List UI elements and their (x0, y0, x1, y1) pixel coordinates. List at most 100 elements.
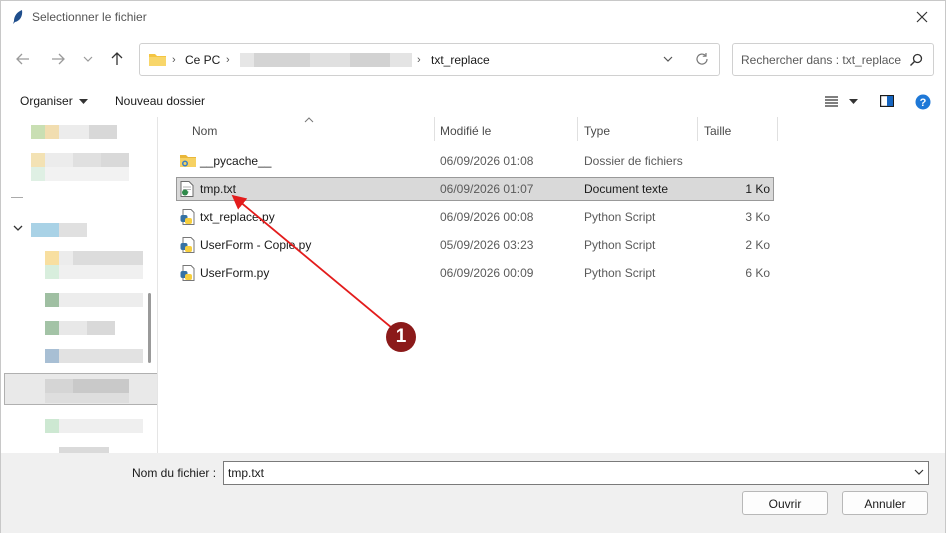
redacted-nav-item (59, 265, 143, 279)
cancel-button[interactable]: Annuler (842, 491, 928, 515)
recent-locations-button[interactable] (76, 47, 100, 71)
search-placeholder: Rechercher dans : txt_replace (741, 53, 902, 67)
redacted-nav-item (73, 153, 101, 167)
up-button[interactable] (105, 47, 129, 71)
feather-icon (13, 10, 23, 24)
file-name: UserForm.py (200, 266, 270, 280)
redacted-nav-item (59, 349, 143, 363)
redacted-nav-item (45, 419, 59, 433)
chevron-down-icon[interactable] (913, 467, 925, 477)
address-bar[interactable]: › Ce PC › › txt_replace (139, 43, 720, 76)
column-divider[interactable] (697, 117, 698, 141)
search-box[interactable]: Rechercher dans : txt_replace (732, 43, 934, 76)
close-button[interactable] (899, 1, 945, 33)
new-folder-button[interactable]: Nouveau dossier (115, 94, 205, 108)
open-button[interactable]: Ouvrir (742, 491, 828, 515)
file-row[interactable]: UserForm - Copie.py 05/09/2026 03:23 Pyt… (176, 233, 774, 257)
column-divider[interactable] (777, 117, 778, 141)
back-button[interactable] (11, 47, 35, 71)
redacted-nav-item (87, 321, 115, 335)
file-modified: 05/09/2026 03:23 (440, 238, 534, 252)
dialog-footer: Nom du fichier : Ouvrir Annuler (1, 453, 945, 533)
redacted-nav-item (59, 321, 87, 335)
forward-button[interactable] (46, 47, 70, 71)
redacted-path (254, 53, 310, 67)
preview-pane-icon[interactable] (880, 95, 894, 107)
redacted-nav-item (45, 153, 73, 167)
view-list-icon[interactable] (825, 96, 838, 107)
file-row[interactable]: txt_replace.py 06/09/2026 00:08 Python S… (176, 205, 774, 229)
redacted-nav-item (59, 419, 143, 433)
redacted-nav-item (45, 393, 129, 403)
file-size: 6 Ko (745, 266, 770, 280)
file-size: 3 Ko (745, 210, 770, 224)
redacted-nav-item (59, 293, 143, 307)
column-header-modified[interactable]: Modifié le (440, 117, 491, 141)
redacted-nav-item (31, 223, 59, 237)
redacted-nav-item (45, 167, 129, 181)
python-file-icon (180, 237, 195, 253)
svg-text:?: ? (920, 97, 927, 109)
redacted-path (390, 53, 412, 67)
redacted-nav-item (45, 125, 59, 139)
file-row[interactable]: UserForm.py 06/09/2026 00:09 Python Scri… (176, 261, 774, 285)
file-row[interactable]: __pycache__ 06/09/2026 01:08 Dossier de … (176, 149, 774, 173)
annotation-badge: 1 (386, 322, 416, 352)
column-header-name[interactable]: Nom (192, 117, 217, 141)
organize-menu[interactable]: Organiser (20, 94, 89, 108)
breadcrumb-separator: › (172, 54, 176, 66)
breadcrumb-separator: › (417, 54, 421, 66)
window-title: Selectionner le fichier (32, 10, 147, 24)
column-divider[interactable] (577, 117, 578, 141)
nav-scrollbar[interactable] (148, 293, 151, 363)
redacted-nav-item (45, 379, 73, 393)
file-type: Python Script (584, 266, 656, 280)
file-row-selected[interactable]: tmp.txt 06/09/2026 01:07 Document texte … (176, 177, 774, 201)
redacted-nav-item (31, 153, 45, 167)
file-size: 1 Ko (745, 182, 770, 196)
redacted-nav-item (73, 379, 129, 393)
redacted-nav-item (89, 125, 117, 139)
file-modified: 06/09/2026 01:07 (440, 182, 534, 196)
caret-down-icon[interactable] (849, 99, 858, 105)
file-dialog: Selectionner le fichier › Ce PC › › txt_… (0, 0, 946, 533)
organize-label: Organiser (20, 94, 73, 108)
file-type: Python Script (584, 238, 656, 252)
folder-icon (149, 54, 166, 66)
redacted-nav-item (45, 293, 59, 307)
chevron-down-icon (83, 56, 93, 62)
title-bar: Selectionner le fichier (1, 1, 945, 33)
caret-down-icon (79, 98, 89, 104)
breadcrumb-current[interactable]: txt_replace (431, 53, 490, 67)
file-modified: 06/09/2026 00:08 (440, 210, 534, 224)
navigation-pane[interactable] (1, 117, 158, 453)
search-icon[interactable] (909, 53, 923, 67)
chevron-down-icon[interactable] (13, 224, 23, 232)
file-modified: 06/09/2026 00:09 (440, 266, 534, 280)
redacted-nav-item (45, 251, 59, 265)
chevron-down-icon[interactable] (662, 53, 674, 65)
help-icon[interactable]: ? (915, 94, 931, 110)
breadcrumb-this-pc[interactable]: Ce PC (185, 53, 220, 67)
redacted-nav-item (31, 125, 45, 139)
file-type: Python Script (584, 210, 656, 224)
redacted-path (240, 53, 254, 67)
redacted-nav-item (59, 223, 87, 237)
navigation-bar: › Ce PC › › txt_replace Rechercher dans … (1, 39, 945, 79)
column-header-size[interactable]: Taille (704, 117, 731, 141)
sort-ascending-icon (304, 117, 314, 123)
column-header-type[interactable]: Type (584, 117, 610, 141)
close-icon (916, 11, 928, 23)
file-type: Document texte (584, 182, 669, 196)
column-divider[interactable] (434, 117, 435, 141)
arrow-left-icon (16, 53, 29, 65)
file-modified: 06/09/2026 01:08 (440, 154, 534, 168)
filename-input[interactable] (223, 461, 929, 485)
file-name: __pycache__ (200, 154, 272, 168)
arrow-right-icon (52, 53, 65, 65)
refresh-icon[interactable] (695, 52, 709, 66)
redacted-nav-item (101, 153, 129, 167)
arrow-up-icon (111, 52, 123, 65)
text-file-icon (180, 181, 194, 197)
folder-icon (180, 155, 196, 167)
